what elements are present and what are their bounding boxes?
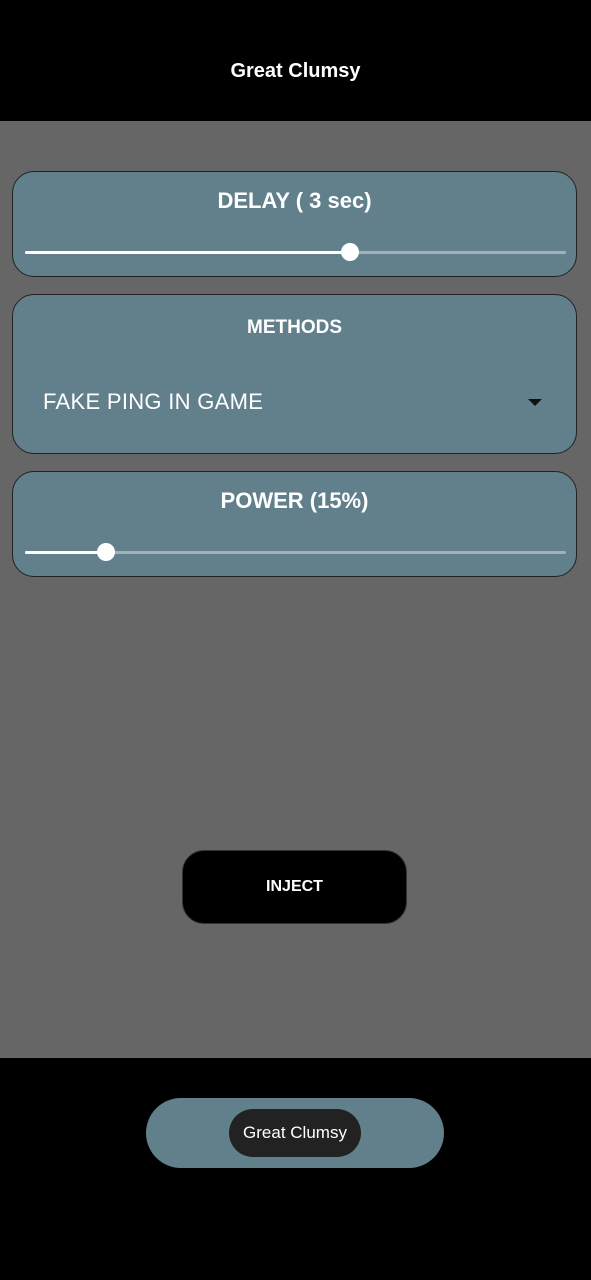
delay-slider-fill [25, 251, 350, 254]
power-slider[interactable] [25, 543, 566, 561]
methods-dropdown[interactable]: FAKE PING IN GAME [43, 387, 546, 417]
delay-card: DELAY ( 3 sec) [12, 171, 577, 277]
methods-card: METHODS FAKE PING IN GAME [12, 294, 577, 454]
methods-selected-value: FAKE PING IN GAME [43, 389, 264, 414]
delay-slider-thumb[interactable] [340, 243, 359, 261]
app-title: Great Clumsy [230, 60, 361, 82]
delay-slider[interactable] [25, 243, 566, 261]
caret-down-icon [528, 398, 542, 406]
toast-message: Great Clumsy [229, 1109, 361, 1157]
power-slider-fill [25, 551, 107, 554]
inject-button[interactable]: INJECT [182, 850, 407, 924]
main-content: DELAY ( 3 sec) METHODS FAKE PING IN GAME… [0, 121, 591, 1058]
power-label: POWER (15%) [220, 488, 369, 513]
bottom-bar: Great Clumsy [0, 1058, 591, 1280]
app-bar: Great Clumsy [0, 0, 591, 121]
methods-label: METHODS [247, 317, 342, 338]
delay-label: DELAY ( 3 sec) [217, 188, 372, 213]
power-slider-thumb[interactable] [97, 543, 116, 561]
power-card: POWER (15%) [12, 471, 577, 577]
